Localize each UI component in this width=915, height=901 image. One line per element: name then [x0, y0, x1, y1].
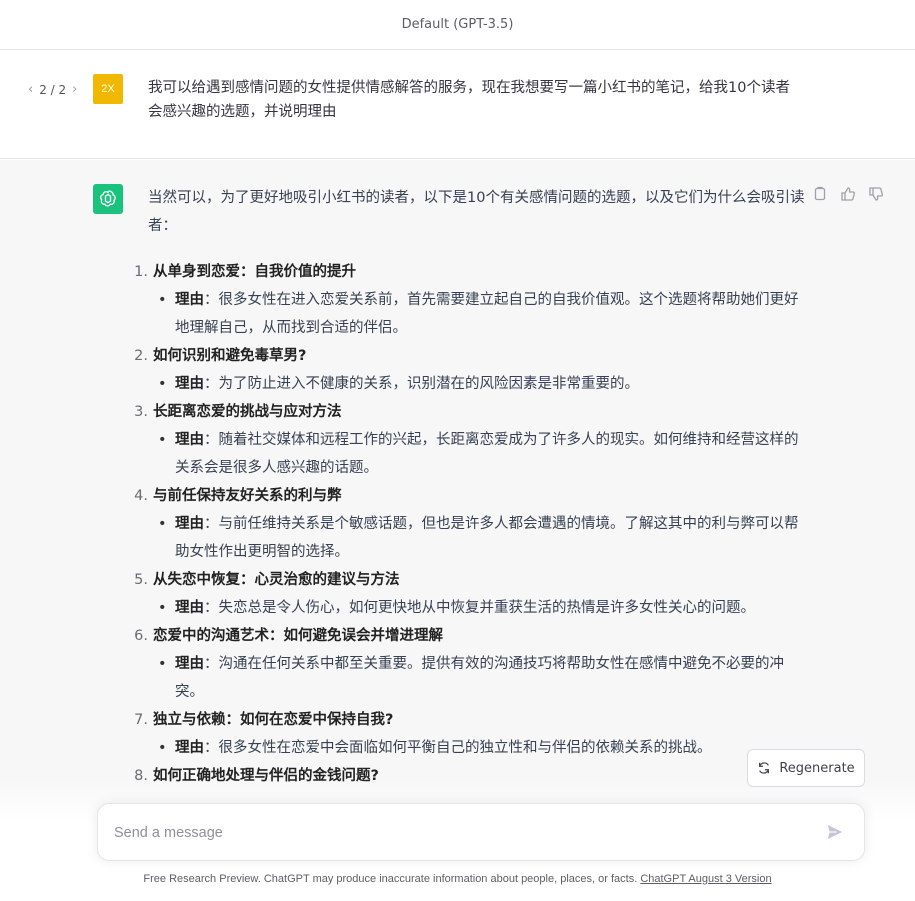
pager-label: 2 / 2: [39, 82, 67, 97]
topic-item: 6. 恋爱中的沟通艺术：如何避免误会并增进理解: [134, 622, 808, 650]
topic-title: 恋爱中的沟通艺术：如何避免误会并增进理解: [153, 628, 443, 644]
reason-body: 理由：与前任维持关系是个敏感话题，但也是许多人都会遭遇的情境。了解这其中的利与弊…: [175, 510, 808, 566]
footer-disclaimer: Free Research Preview. ChatGPT may produ…: [0, 873, 915, 885]
composer: [97, 803, 865, 861]
topic-number: 3.: [134, 404, 148, 420]
reason-body: 理由：沟通在任何关系中都至关重要。提供有效的沟通技巧将帮助女性在感情中避免不必要…: [175, 650, 808, 706]
reason-text: ：与前任维持关系是个敏感话题，但也是许多人都会遭遇的情境。了解这其中的利与弊可以…: [175, 516, 799, 560]
reason-text: ：沟通在任何关系中都至关重要。提供有效的沟通技巧将帮助女性在感情中避免不必要的冲…: [175, 656, 784, 700]
reason-body: 理由：为了防止进入不健康的关系，识别潜在的风险因素是非常重要的。: [175, 370, 639, 398]
bullet-icon: •: [158, 292, 167, 308]
topic-title: 从失恋中恢复：心灵治愈的建议与方法: [153, 572, 400, 588]
reason-body: 理由：随着社交媒体和远程工作的兴起，长距离恋爱成为了许多人的现实。如何维持和经营…: [175, 426, 808, 482]
reason-text: ：为了防止进入不健康的关系，识别潜在的风险因素是非常重要的。: [204, 376, 639, 392]
send-icon[interactable]: [826, 823, 846, 843]
topic-title: 与前任保持友好关系的利与弊: [153, 488, 342, 504]
topic-title: 从单身到恋爱：自我价值的提升: [153, 264, 356, 280]
thumbs-down-icon[interactable]: [868, 186, 884, 202]
topic-reason: • 理由：与前任维持关系是个敏感话题，但也是许多人都会遭遇的情境。了解这其中的利与…: [148, 510, 808, 566]
reason-label: 理由: [175, 600, 204, 616]
message-input[interactable]: [114, 822, 804, 844]
topic-reason: • 理由：沟通在任何关系中都至关重要。提供有效的沟通技巧将帮助女性在感情中避免不必…: [148, 650, 808, 706]
thumbs-up-icon[interactable]: [840, 186, 856, 202]
bullet-icon: •: [158, 516, 167, 532]
topic-title: 长距离恋爱的挑战与应对方法: [153, 404, 342, 420]
reason-label: 理由: [175, 516, 204, 532]
assistant-intro: 当然可以，为了更好地吸引小红书的读者，以下是10个有关感情问题的选题，以及它们为…: [148, 190, 805, 234]
reason-label: 理由: [175, 292, 204, 308]
reason-label: 理由: [175, 432, 204, 448]
topic-number: 1.: [134, 264, 148, 280]
bullet-icon: •: [158, 740, 167, 756]
assistant-message-text: 当然可以，为了更好地吸引小红书的读者，以下是10个有关感情问题的选题，以及它们为…: [134, 184, 808, 790]
topic-number: 2.: [134, 348, 148, 364]
topic-item: 1. 从单身到恋爱：自我价值的提升: [134, 258, 808, 286]
reason-body: 理由：很多女性在恋爱中会面临如何平衡自己的独立性和与伴侣的依赖关系的挑战。: [175, 734, 712, 762]
message-actions: [812, 186, 884, 202]
copy-icon[interactable]: [812, 186, 828, 202]
chevron-left-icon[interactable]: ‹: [28, 82, 33, 97]
user-message-text: 我可以给遇到感情问题的女性提供情感解答的服务，现在我想要写一篇小红书的笔记，给我…: [148, 80, 790, 120]
reason-body: 理由：失恋总是令人伤心，如何更快地从中恢复并重获生活的热情是许多女性关心的问题。: [175, 594, 755, 622]
topic-list: 1. 从单身到恋爱：自我价值的提升 • 理由：很多女性在进入恋爱关系前，首先需要建立起…: [134, 258, 808, 790]
topic-number: 5.: [134, 572, 148, 588]
reason-text: ：随着社交媒体和远程工作的兴起，长距离恋爱成为了许多人的现实。如何维持和经营这样…: [175, 432, 799, 476]
topic-reason: • 理由：失恋总是令人伤心，如何更快地从中恢复并重获生活的热情是许多女性关心的问题…: [148, 594, 808, 622]
topic-item: 7. 独立与依赖：如何在恋爱中保持自我?: [134, 706, 808, 734]
bullet-icon: •: [158, 600, 167, 616]
topic-item: 4. 与前任保持友好关系的利与弊: [134, 482, 808, 510]
bullet-icon: •: [158, 376, 167, 392]
reason-label: 理由: [175, 656, 204, 672]
topic-item: 2. 如何识别和避免毒草男?: [134, 342, 808, 370]
model-title: Default (GPT-3.5): [401, 17, 514, 32]
reason-text: ：很多女性在恋爱中会面临如何平衡自己的独立性和与伴侣的依赖关系的挑战。: [204, 740, 712, 756]
reason-body: 理由：很多女性在进入恋爱关系前，首先需要建立起自己的自我价值观。这个选题将帮助她…: [175, 286, 808, 342]
bullet-icon: •: [158, 656, 167, 672]
refresh-icon: [759, 762, 770, 774]
bullet-icon: •: [158, 432, 167, 448]
chevron-right-icon[interactable]: ›: [72, 82, 77, 97]
reason-label: 理由: [175, 376, 204, 392]
top-bar: Default (GPT-3.5): [0, 0, 915, 50]
topic-title: 如何识别和避免毒草男?: [153, 348, 307, 364]
reason-text: ：很多女性在进入恋爱关系前，首先需要建立起自己的自我价值观。这个选题将帮助她们更…: [175, 292, 799, 336]
regenerate-button[interactable]: Regenerate: [747, 749, 865, 787]
user-avatar: 2X: [93, 74, 123, 104]
version-link[interactable]: ChatGPT August 3 Version: [640, 873, 771, 885]
topic-number: 7.: [134, 712, 148, 728]
topic-item: 3. 长距离恋爱的挑战与应对方法: [134, 398, 808, 426]
topic-title: 独立与依赖：如何在恋爱中保持自我?: [153, 712, 394, 728]
footer-text: Free Research Preview. ChatGPT may produ…: [143, 873, 641, 885]
topic-item: 5. 从失恋中恢复：心灵治愈的建议与方法: [134, 566, 808, 594]
topic-reason: • 理由：随着社交媒体和远程工作的兴起，长距离恋爱成为了许多人的现实。如何维持和经…: [148, 426, 808, 482]
response-pager: ‹ 2 / 2 ›: [28, 82, 77, 97]
reason-text: ：失恋总是令人伤心，如何更快地从中恢复并重获生活的热情是许多女性关心的问题。: [204, 600, 755, 616]
topic-reason: • 理由：为了防止进入不健康的关系，识别潜在的风险因素是非常重要的。: [148, 370, 808, 398]
topic-reason: • 理由：很多女性在恋爱中会面临如何平衡自己的独立性和与伴侣的依赖关系的挑战。: [148, 734, 808, 762]
topic-reason: • 理由：很多女性在进入恋爱关系前，首先需要建立起自己的自我价值观。这个选题将帮助…: [148, 286, 808, 342]
regenerate-label: Regenerate: [779, 760, 855, 776]
topic-number: 6.: [134, 628, 148, 644]
reason-label: 理由: [175, 740, 204, 756]
chatgpt-logo-icon: [93, 184, 123, 214]
topic-number: 4.: [134, 488, 148, 504]
